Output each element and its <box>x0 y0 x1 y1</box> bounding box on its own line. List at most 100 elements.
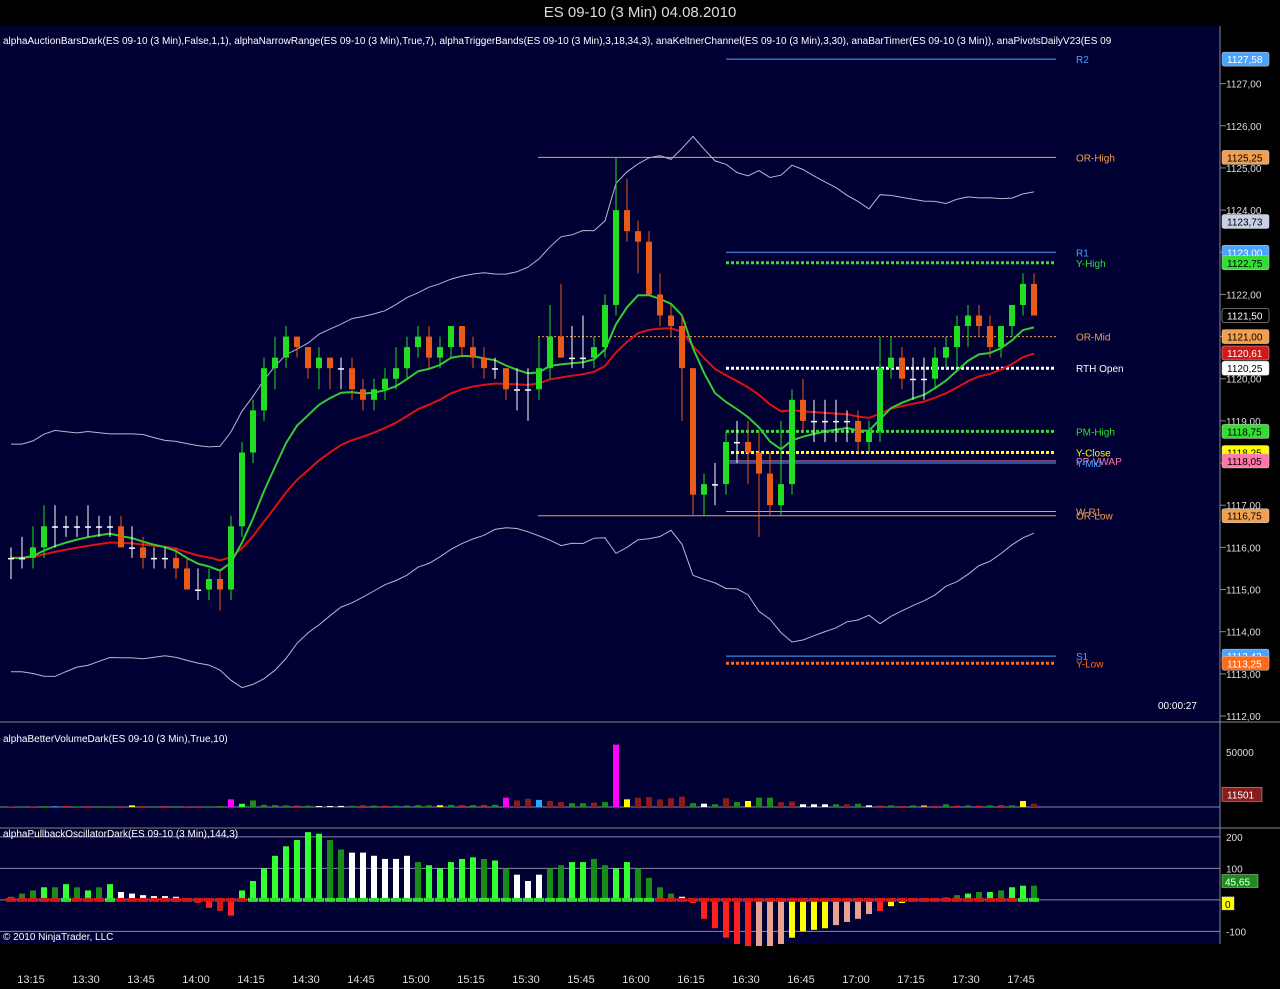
candle-body <box>74 526 80 528</box>
volume-bar <box>877 805 883 807</box>
volume-bar <box>547 800 553 807</box>
oscillator-zero-marker <box>666 897 676 902</box>
chart-canvas[interactable]: R2 OR-High R1Y-High OR-Mid RTH Open PM-High Y-… <box>0 26 1280 951</box>
candle-body <box>800 399 806 421</box>
volume-bar <box>844 804 850 807</box>
candle-body <box>877 368 883 432</box>
volume-bar <box>690 803 696 807</box>
price-marker-label: 1123,73 <box>1227 217 1263 228</box>
volume-bar <box>30 806 36 807</box>
candle-body <box>569 357 575 360</box>
oscillator-zero-marker <box>468 897 478 902</box>
bar-timer: 00:00:27 <box>1158 701 1197 712</box>
oscillator-marker-label: 0 <box>1225 900 1231 911</box>
volume-bar <box>591 802 597 807</box>
time-tick-label: 13:30 <box>72 974 100 986</box>
oscillator-bar <box>591 858 597 900</box>
volume-bar <box>811 804 817 807</box>
oscillator-bar <box>294 840 300 900</box>
oscillator-zero-marker <box>578 897 588 902</box>
oscillator-bar <box>360 852 366 900</box>
candle-body <box>206 578 212 590</box>
volume-marker-label: 11501 <box>1227 790 1255 801</box>
oscillator-zero-marker <box>820 897 830 902</box>
price-marker: 1113,25 <box>1221 656 1270 671</box>
volume-bar <box>184 806 190 807</box>
oscillator-zero-marker <box>336 897 346 902</box>
price-tick-label: 1114,00 <box>1226 628 1261 639</box>
volume-bar <box>536 799 542 807</box>
volume-indicator-line: alphaBetterVolumeDark(ES 09-10 (3 Min),T… <box>3 734 228 745</box>
volume-bar <box>371 805 377 807</box>
volume-bar <box>448 804 454 807</box>
oscillator-zero-marker <box>831 897 841 902</box>
price-panel-bg <box>0 26 1220 721</box>
volume-bar <box>426 805 432 807</box>
price-marker-label: 1120,61 <box>1227 349 1263 360</box>
volume-bar <box>866 805 872 807</box>
volume-bar <box>272 805 278 807</box>
oscillator-indicator-line: alphaPullbackOscillatorDark(ES 09-10 (3 … <box>3 829 238 840</box>
volume-bar <box>151 806 157 807</box>
oscillator-zero-marker <box>919 897 929 902</box>
oscillator-tick-label: -100 <box>1226 927 1246 938</box>
oscillator-zero-marker <box>600 897 610 902</box>
price-marker: 1118,05 <box>1221 453 1270 469</box>
oscillator-zero-marker <box>50 897 60 902</box>
volume-bar <box>734 802 740 807</box>
volume-bar <box>965 805 971 807</box>
oscillator-zero-marker <box>567 897 577 902</box>
oscillator-zero-marker <box>369 897 379 902</box>
candle-body <box>261 368 267 411</box>
volume-bar <box>228 799 234 807</box>
candle-body <box>888 357 894 369</box>
volume-bar <box>52 806 58 807</box>
price-tick-label: 1116,00 <box>1226 543 1261 554</box>
candle-body <box>316 357 322 369</box>
candle-body <box>525 389 531 391</box>
copyright: © 2010 NinjaTrader, LLC <box>3 932 113 943</box>
oscillator-bar <box>778 899 784 944</box>
oscillator-bar <box>866 899 872 915</box>
oscillator-zero-marker <box>83 897 93 902</box>
candle-body <box>657 294 663 316</box>
oscillator-zero-marker <box>160 897 170 902</box>
time-tick-label: 14:00 <box>182 974 210 986</box>
candle-body <box>140 547 146 558</box>
price-axis: 1127,001126,001125,001124,001123,001122,… <box>1220 51 1270 723</box>
candle-body <box>899 357 905 379</box>
candle-body <box>591 347 597 358</box>
volume-bar <box>338 805 344 807</box>
candle-body <box>789 399 795 485</box>
level-label: R2 <box>1076 55 1089 66</box>
oscillator-bar <box>525 880 531 900</box>
time-tick-label: 15:15 <box>457 974 485 986</box>
oscillator-zero-marker <box>303 897 313 902</box>
volume-bar <box>206 806 212 807</box>
candle-body <box>580 357 586 360</box>
volume-bar <box>580 803 586 807</box>
oscillator-bar <box>767 899 773 951</box>
candle-body <box>646 241 652 295</box>
volume-bar <box>602 802 608 807</box>
candle-body <box>932 357 938 379</box>
oscillator-bar <box>371 855 377 900</box>
candle-body <box>690 368 696 495</box>
candle-body <box>613 210 619 305</box>
oscillator-bar <box>811 899 817 930</box>
oscillator-zero-marker <box>138 897 148 902</box>
price-marker: 1121,00 <box>1221 329 1270 344</box>
oscillator-zero-marker <box>732 897 742 902</box>
candle-body <box>8 557 14 560</box>
oscillator-bar <box>393 858 399 900</box>
volume-bar <box>1020 800 1026 807</box>
oscillator-zero-marker <box>644 897 654 902</box>
chart-frame: R2 OR-High R1 Y-High OR-Mid RTH Open PM-High Y-… <box>0 26 1280 989</box>
oscillator-bar <box>701 899 707 919</box>
oscillator-zero-marker <box>248 897 258 902</box>
oscillator-zero-marker <box>941 897 951 902</box>
oscillator-bar <box>756 899 762 948</box>
level-label: OR-Mid <box>1076 333 1110 344</box>
volume-bar <box>514 800 520 807</box>
oscillator-bar <box>261 868 267 900</box>
